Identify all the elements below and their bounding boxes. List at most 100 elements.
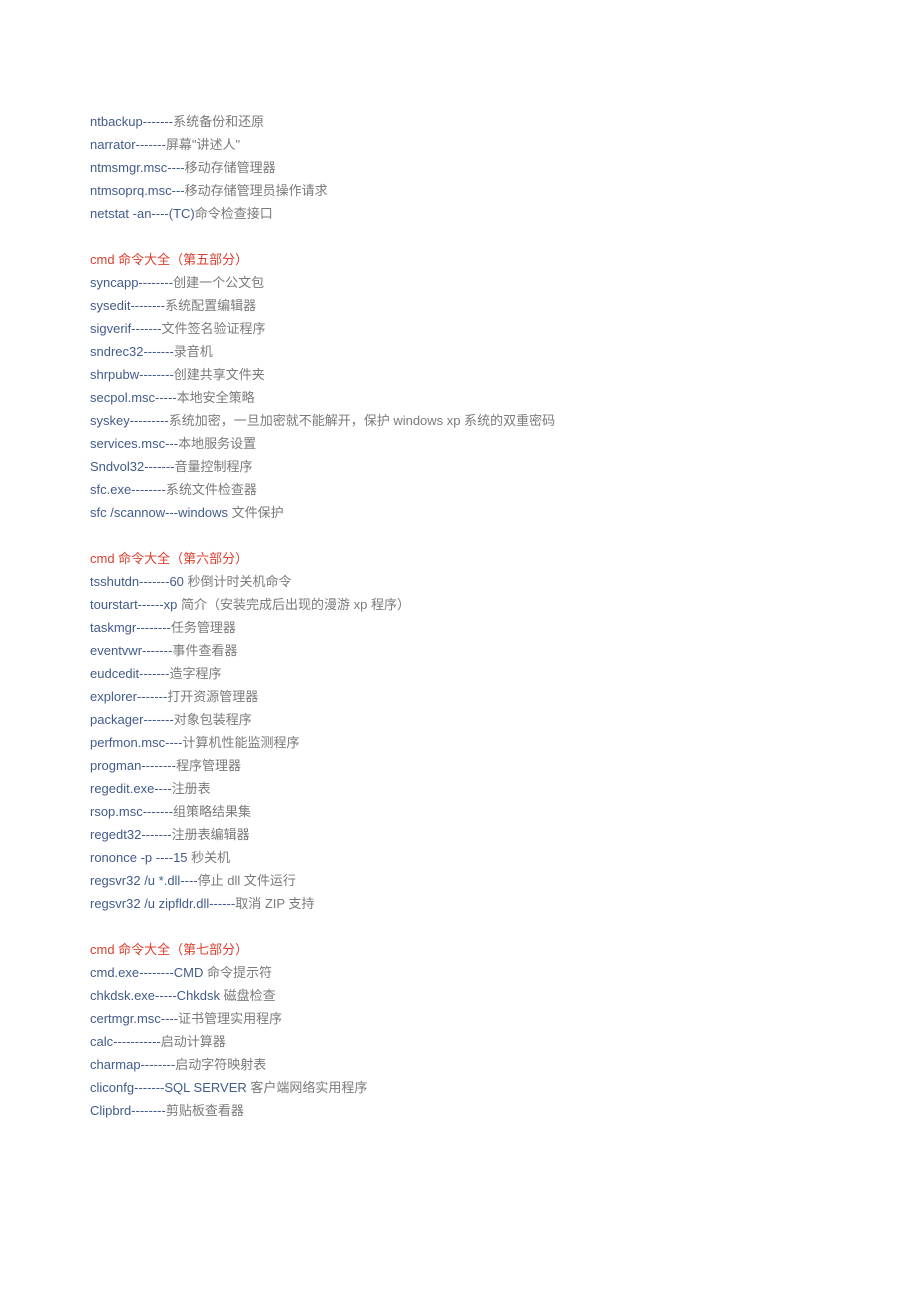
command-description: 本地安全策略 (177, 390, 255, 405)
command-description: 注册表编辑器 (172, 827, 250, 842)
command-description: 本地服务设置 (178, 436, 256, 451)
command-text: sysedit-------- (90, 298, 165, 313)
command-line: ntbackup-------系统备份和还原 (90, 110, 830, 133)
command-line: ntmsmgr.msc----移动存储管理器 (90, 156, 830, 179)
command-text: charmap-------- (90, 1057, 175, 1072)
command-line: cliconfg-------SQL SERVER 客户端网络实用程序 (90, 1076, 830, 1099)
command-line: sfc /scannow---windows 文件保护 (90, 501, 830, 524)
command-text: secpol.msc----- (90, 390, 177, 405)
command-text: tourstart------xp (90, 597, 181, 612)
command-description: 剪贴板查看器 (166, 1103, 244, 1118)
command-line: perfmon.msc----计算机性能监测程序 (90, 731, 830, 754)
command-description: 屏幕"讲述人" (166, 137, 240, 152)
command-text: Clipbrd-------- (90, 1103, 166, 1118)
command-text: regsvr32 /u *.dll---- (90, 873, 198, 888)
command-line: ntmsoprq.msc---移动存储管理员操作请求 (90, 179, 830, 202)
heading-part5: cmd 命令大全（第五部分） (90, 248, 830, 271)
document-page: ntbackup-------系统备份和还原narrator-------屏幕"… (0, 0, 920, 1182)
command-description: 程序管理器 (176, 758, 241, 773)
command-description: 系统备份和还原 (173, 114, 264, 129)
command-description: 事件查看器 (172, 643, 237, 658)
command-line: netstat -an----(TC)命令检查接口 (90, 202, 830, 225)
command-line: shrpubw--------创建共享文件夹 (90, 363, 830, 386)
command-line: Sndvol32-------音量控制程序 (90, 455, 830, 478)
command-line: regedt32-------注册表编辑器 (90, 823, 830, 846)
command-text: ntmsoprq.msc--- (90, 183, 185, 198)
command-description: 对象包装程序 (174, 712, 252, 727)
command-line: progman--------程序管理器 (90, 754, 830, 777)
command-line: sigverif-------文件签名验证程序 (90, 317, 830, 340)
command-description: 文件签名验证程序 (161, 321, 265, 336)
command-line: packager-------对象包装程序 (90, 708, 830, 731)
command-line: tsshutdn-------60 秒倒计时关机命令 (90, 570, 830, 593)
command-text: syncapp-------- (90, 275, 173, 290)
command-text: regedit.exe---- (90, 781, 172, 796)
command-text: ntmsmgr.msc---- (90, 160, 185, 175)
command-line: secpol.msc-----本地安全策略 (90, 386, 830, 409)
command-text: sfc.exe-------- (90, 482, 166, 497)
command-text: tsshutdn-------60 (90, 574, 188, 589)
command-description: 计算机性能监测程序 (182, 735, 299, 750)
command-description: 系统配置编辑器 (165, 298, 256, 313)
command-text: Sndvol32------- (90, 459, 175, 474)
command-description: 取消 ZIP 支持 (235, 896, 314, 911)
command-line: sndrec32-------录音机 (90, 340, 830, 363)
command-line: narrator-------屏幕"讲述人" (90, 133, 830, 156)
command-text: explorer------- (90, 689, 167, 704)
command-text: sigverif------- (90, 321, 161, 336)
command-text: perfmon.msc---- (90, 735, 182, 750)
command-text: eudcedit------- (90, 666, 169, 681)
command-line: charmap--------启动字符映射表 (90, 1053, 830, 1076)
command-description: 停止 dll 文件运行 (198, 873, 296, 888)
command-line: syskey---------系统加密，一旦加密就不能解开，保护 windows… (90, 409, 830, 432)
command-text: narrator------- (90, 137, 166, 152)
command-text: rsop.msc------- (90, 804, 173, 819)
command-line: explorer-------打开资源管理器 (90, 685, 830, 708)
command-line: regsvr32 /u zipfldr.dll------取消 ZIP 支持 (90, 892, 830, 915)
command-line: sysedit--------系统配置编辑器 (90, 294, 830, 317)
command-text: sfc /scannow---windows (90, 505, 232, 520)
command-text: progman-------- (90, 758, 176, 773)
command-text: cmd.exe--------CMD (90, 965, 207, 980)
command-description: 系统加密，一旦加密就不能解开，保护 windows xp 系统的双重密码 (169, 413, 555, 428)
heading-part6: cmd 命令大全（第六部分） (90, 547, 830, 570)
command-description: 客户端网络实用程序 (250, 1080, 367, 1095)
command-description: 注册表 (172, 781, 211, 796)
command-description: 移动存储管理员操作请求 (185, 183, 328, 198)
command-description: 造字程序 (169, 666, 221, 681)
command-description: 打开资源管理器 (167, 689, 258, 704)
command-description: 磁盘检查 (224, 988, 276, 1003)
command-text: calc----------- (90, 1034, 161, 1049)
command-description: 文件保护 (232, 505, 284, 520)
command-description: 音量控制程序 (175, 459, 253, 474)
section-5: syncapp--------创建一个公文包sysedit--------系统配… (90, 271, 830, 524)
command-line: rononce -p ----15 秒关机 (90, 846, 830, 869)
command-text: ntbackup------- (90, 114, 173, 129)
command-text: shrpubw-------- (90, 367, 174, 382)
command-text: cliconfg-------SQL SERVER (90, 1080, 250, 1095)
heading-part7: cmd 命令大全（第七部分） (90, 938, 830, 961)
command-description: 创建共享文件夹 (174, 367, 265, 382)
command-description: 任务管理器 (171, 620, 236, 635)
command-text: netstat -an----(TC) (90, 206, 195, 221)
command-text: services.msc--- (90, 436, 178, 451)
command-description: 证书管理实用程序 (178, 1011, 282, 1026)
command-line: regedit.exe----注册表 (90, 777, 830, 800)
command-text: taskmgr-------- (90, 620, 171, 635)
command-text: packager------- (90, 712, 174, 727)
command-text: rononce -p ----15 (90, 850, 191, 865)
command-text: regsvr32 /u zipfldr.dll------ (90, 896, 235, 911)
command-description: 命令提示符 (207, 965, 272, 980)
command-line: cmd.exe--------CMD 命令提示符 (90, 961, 830, 984)
command-description: 录音机 (174, 344, 213, 359)
command-line: eventvwr-------事件查看器 (90, 639, 830, 662)
command-line: eudcedit-------造字程序 (90, 662, 830, 685)
command-description: 秒关机 (191, 850, 230, 865)
command-text: sndrec32------- (90, 344, 174, 359)
section-7: cmd.exe--------CMD 命令提示符chkdsk.exe-----C… (90, 961, 830, 1122)
command-description: 移动存储管理器 (185, 160, 276, 175)
command-line: regsvr32 /u *.dll----停止 dll 文件运行 (90, 869, 830, 892)
command-text: syskey--------- (90, 413, 169, 428)
command-line: services.msc---本地服务设置 (90, 432, 830, 455)
command-text: regedt32------- (90, 827, 172, 842)
